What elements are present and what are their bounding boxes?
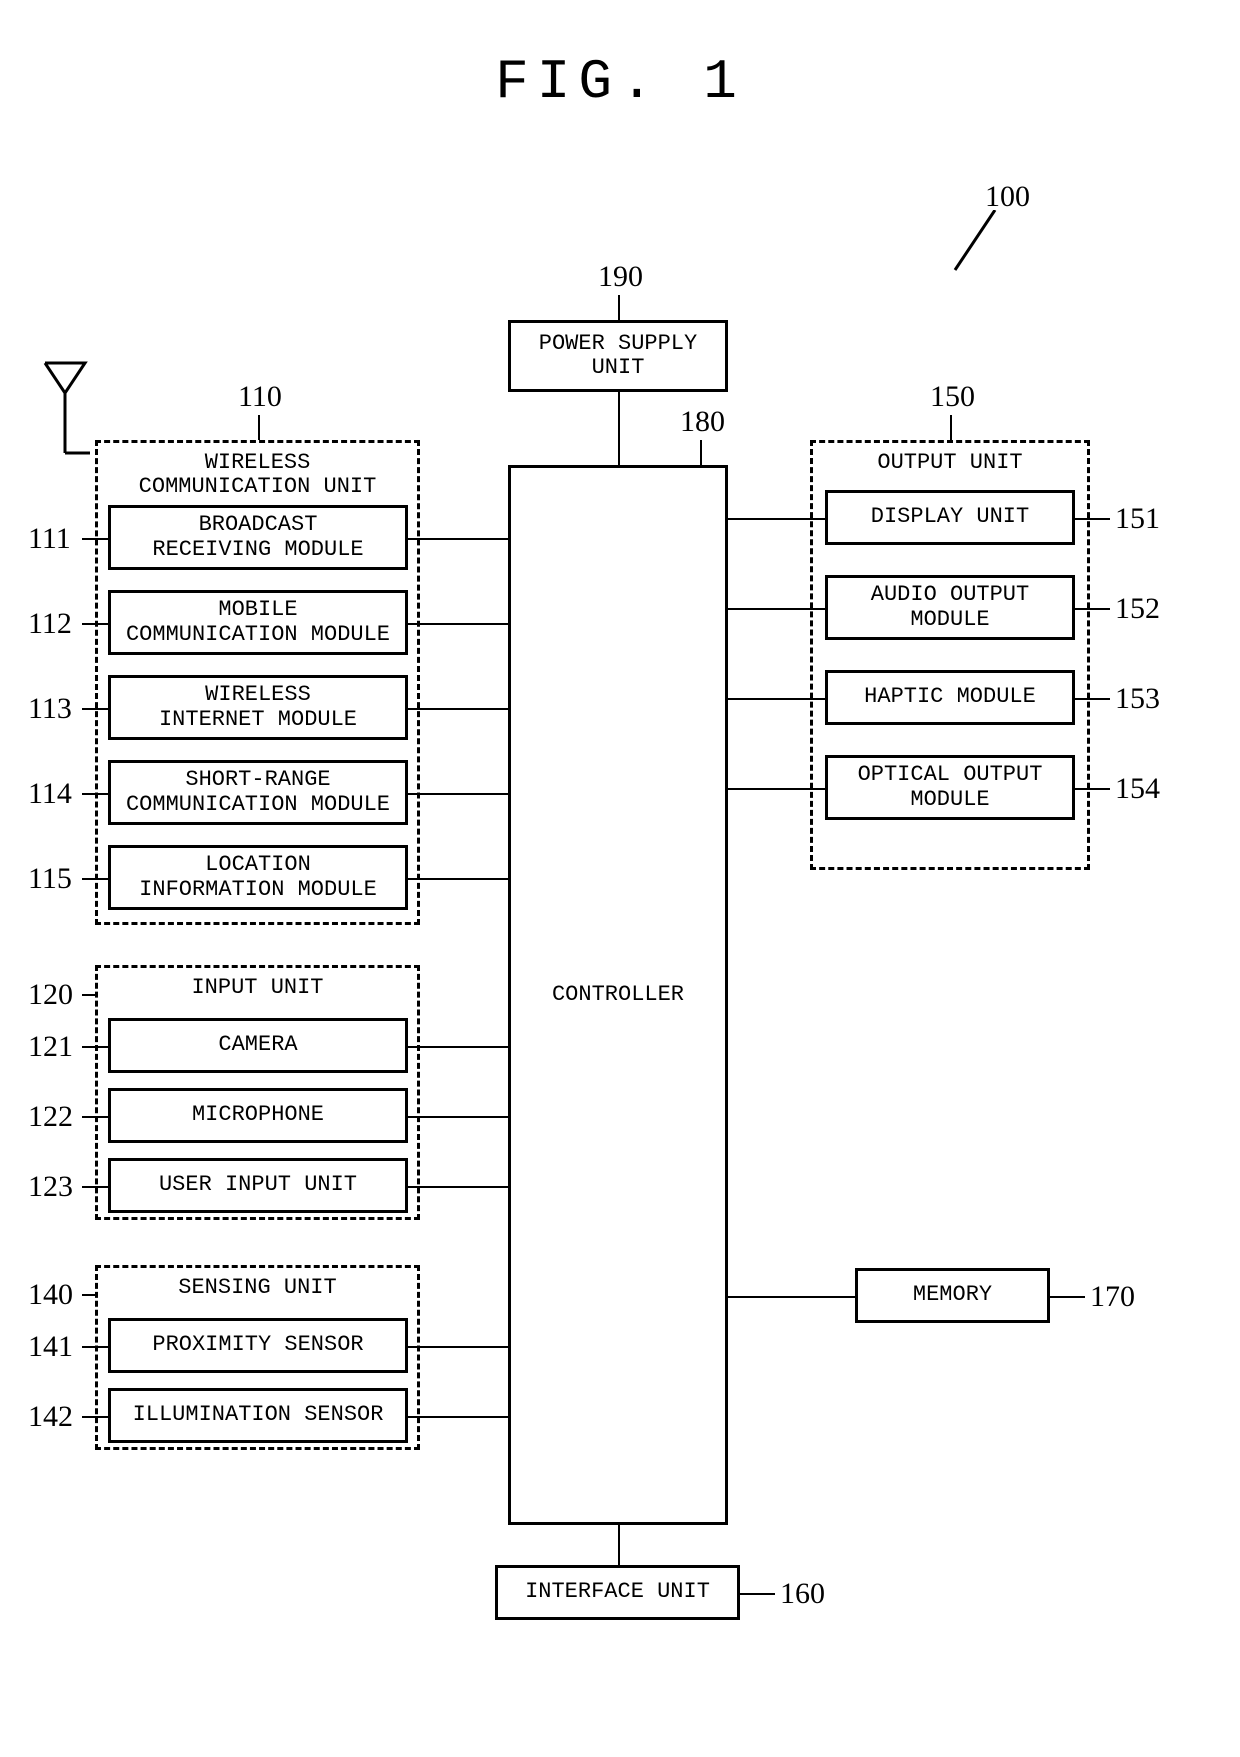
lead-141: [82, 1346, 108, 1348]
user-input-box: USER INPUT UNIT: [108, 1158, 408, 1213]
interface-box: INTERFACE UNIT: [495, 1565, 740, 1620]
lead-142: [82, 1416, 108, 1418]
ref-180: 180: [680, 405, 725, 439]
broadcast-box: BROADCAST RECEIVING MODULE: [108, 505, 408, 570]
conn-160: [618, 1525, 620, 1565]
lead-150: [950, 415, 952, 440]
conn-114: [408, 793, 508, 795]
camera-box: CAMERA: [108, 1018, 408, 1073]
conn-122: [408, 1116, 508, 1118]
lead-111: [82, 538, 108, 540]
lead-160: [740, 1593, 775, 1595]
ref-142: 142: [28, 1400, 73, 1434]
haptic-box: HAPTIC MODULE: [825, 670, 1075, 725]
ref-190: 190: [598, 260, 643, 294]
ref-111: 111: [28, 522, 71, 556]
lead-140: [82, 1294, 95, 1296]
ref-112: 112: [28, 607, 72, 641]
figure-title: FIG. 1: [0, 50, 1240, 114]
conn-141: [408, 1346, 508, 1348]
conn-121: [408, 1046, 508, 1048]
output-unit-title: OUTPUT UNIT: [813, 451, 1087, 475]
controller-box: CONTROLLER: [508, 465, 728, 1525]
location-box: LOCATION INFORMATION MODULE: [108, 845, 408, 910]
conn-115: [408, 878, 508, 880]
wireless-internet-box: WIRELESS INTERNET MODULE: [108, 675, 408, 740]
lead-152: [1075, 608, 1110, 610]
conn-154: [728, 788, 825, 790]
lead-123: [82, 1186, 108, 1188]
lead-154: [1075, 788, 1110, 790]
wireless-unit-title: WIRELESS COMMUNICATION UNIT: [98, 451, 417, 499]
ref-152: 152: [1115, 592, 1160, 626]
ref-115: 115: [28, 862, 72, 896]
lead-121: [82, 1046, 108, 1048]
memory-box: MEMORY: [855, 1268, 1050, 1323]
lead-151: [1075, 518, 1110, 520]
ref-110: 110: [238, 380, 282, 414]
ref-170: 170: [1090, 1280, 1135, 1314]
conn-111: [408, 538, 508, 540]
input-unit-title: INPUT UNIT: [98, 976, 417, 1000]
lead-120: [82, 994, 95, 996]
proximity-box: PROXIMITY SENSOR: [108, 1318, 408, 1373]
lead-122: [82, 1116, 108, 1118]
ref-140: 140: [28, 1278, 73, 1312]
audio-output-box: AUDIO OUTPUT MODULE: [825, 575, 1075, 640]
ref-123: 123: [28, 1170, 73, 1204]
lead-110: [258, 415, 260, 440]
ref-160: 160: [780, 1577, 825, 1611]
power-supply-box: POWER SUPPLY UNIT: [508, 320, 728, 392]
conn-153: [728, 698, 825, 700]
ref-122: 122: [28, 1100, 73, 1134]
lead-153: [1075, 698, 1110, 700]
ref-150: 150: [930, 380, 975, 414]
ref-121: 121: [28, 1030, 73, 1064]
system-pointer-icon: [945, 210, 1005, 285]
sensing-unit-title: SENSING UNIT: [98, 1276, 417, 1300]
controller-label: CONTROLLER: [552, 983, 684, 1007]
ref-114: 114: [28, 777, 72, 811]
ref-153: 153: [1115, 682, 1160, 716]
lead-114: [82, 793, 108, 795]
conn-142: [408, 1416, 508, 1418]
ref-154: 154: [1115, 772, 1160, 806]
illumination-box: ILLUMINATION SENSOR: [108, 1388, 408, 1443]
lead-170: [1050, 1296, 1085, 1298]
display-box: DISPLAY UNIT: [825, 490, 1075, 545]
conn-151: [728, 518, 825, 520]
lead-180: [700, 440, 702, 465]
conn-170: [728, 1296, 855, 1298]
antenna-icon: [40, 358, 90, 478]
conn-113: [408, 708, 508, 710]
ref-120: 120: [28, 978, 73, 1012]
mobile-comm-box: MOBILE COMMUNICATION MODULE: [108, 590, 408, 655]
optical-output-box: OPTICAL OUTPUT MODULE: [825, 755, 1075, 820]
conn-152: [728, 608, 825, 610]
lead-115: [82, 878, 108, 880]
short-range-box: SHORT-RANGE COMMUNICATION MODULE: [108, 760, 408, 825]
conn-112: [408, 623, 508, 625]
ref-100: 100: [985, 180, 1030, 214]
conn-123: [408, 1186, 508, 1188]
lead-112: [82, 623, 108, 625]
lead-113: [82, 708, 108, 710]
conn-power-controller: [618, 392, 620, 465]
ref-113: 113: [28, 692, 72, 726]
microphone-box: MICROPHONE: [108, 1088, 408, 1143]
ref-141: 141: [28, 1330, 73, 1364]
lead-190: [618, 295, 620, 320]
ref-151: 151: [1115, 502, 1160, 536]
